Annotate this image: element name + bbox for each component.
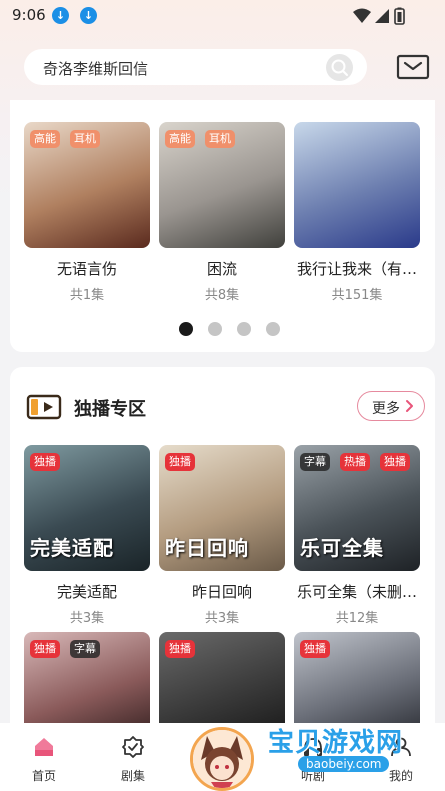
more-label: 更多 [372,401,400,417]
album-cover[interactable] [294,122,420,248]
album-tag: 耳机 [70,130,100,148]
album-episode-count: 共151集 [331,288,383,303]
search-input[interactable]: 奇洛李维斯回信 [43,58,148,79]
album-title[interactable]: 我行让我来（有… [294,258,420,279]
nav-item-home[interactable]: 首页 [9,723,79,791]
avatar [193,730,251,788]
nav-label: 剧集 [120,769,145,783]
album-title[interactable]: 昨日回响 [159,581,285,602]
album-cover[interactable]: 高能 耳机 [24,122,150,248]
album-tag: 独播 [165,640,195,658]
nav-item-drama[interactable]: 剧集 [98,723,168,791]
album-title[interactable]: 困流 [159,258,285,279]
album-tag: 独播 [300,640,330,658]
album-cover-text: 乐可全集 [300,536,384,560]
home-icon [35,738,53,756]
album-tag: 高能 [30,130,60,148]
album-cover-text: 完美适配 [30,536,114,560]
album-title[interactable]: 无语言伤 [24,258,150,279]
search-bar[interactable]: 奇洛李维斯回信 [24,49,367,85]
album-episode-count: 共12集 [335,611,379,626]
search-icon [331,59,348,76]
carousel-indicator [10,322,435,338]
carousel-dot[interactable] [237,322,251,336]
album-title[interactable]: 完美适配 [24,581,150,602]
album-tag: 热播 [340,453,370,471]
exclusive-section: 独播专区 更多 独播 完美适配 完美适配 共3集 独播 昨日回响 昨日回响 共3集 字幕 热播 独播… [10,367,435,747]
watermark-text: 宝贝游戏网 [268,728,404,758]
album-tag: 独播 [30,453,60,471]
album-episode-count: 共3集 [204,611,240,626]
album-cover[interactable]: 独播 完美适配 [24,445,150,571]
watermark-url: baobeiy.com [298,756,390,772]
search-button[interactable] [326,54,353,81]
album-tag: 字幕 [70,640,100,658]
carousel-dot[interactable] [179,322,193,336]
album-tag: 独播 [30,640,60,658]
featured-card: 高能 耳机 无语言伤 共1集 高能 耳机 困流 共8集 我行让我来（有… 共151集 [10,100,435,352]
center-avatar-button[interactable] [190,727,254,791]
tv-icon [26,394,62,420]
carousel-dot[interactable] [208,322,222,336]
album-cover-text: 昨日回响 [165,536,249,560]
album-cover[interactable]: 独播 昨日回响 [159,445,285,571]
album-cover[interactable]: 字幕 热播 独播乐可全集 [294,445,420,571]
download-icon: ↓ [80,7,97,24]
signal-icon [375,9,389,23]
album-tag: 独播 [165,453,195,471]
album-tag: 字幕 [300,453,330,471]
watermark: 宝贝游戏网 baobeiy.com [268,720,418,780]
album-episode-count: 共3集 [69,611,105,626]
carousel-dot[interactable] [266,322,280,336]
wifi-icon [353,8,371,23]
nav-label: 首页 [31,769,56,783]
album-tag: 耳机 [205,130,235,148]
status-icons [353,7,405,25]
album-cover[interactable]: 高能 耳机 [159,122,285,248]
chevron-right-icon [406,400,413,412]
album-episode-count: 共8集 [204,288,240,303]
more-button[interactable]: 更多 [357,391,425,421]
download-icon: ↓ [52,7,69,24]
inbox-icon[interactable] [396,52,430,82]
drama-icon [122,736,144,758]
album-tag: 独播 [380,453,410,471]
album-title[interactable]: 乐可全集（未删… [294,581,420,602]
status-time: 9:06 [12,6,46,24]
status-bar: 9:06 ↓ ↓ [0,0,445,30]
album-episode-count: 共1集 [69,288,105,303]
album-tag: 高能 [165,130,195,148]
section-title: 独播专区 [74,399,146,420]
